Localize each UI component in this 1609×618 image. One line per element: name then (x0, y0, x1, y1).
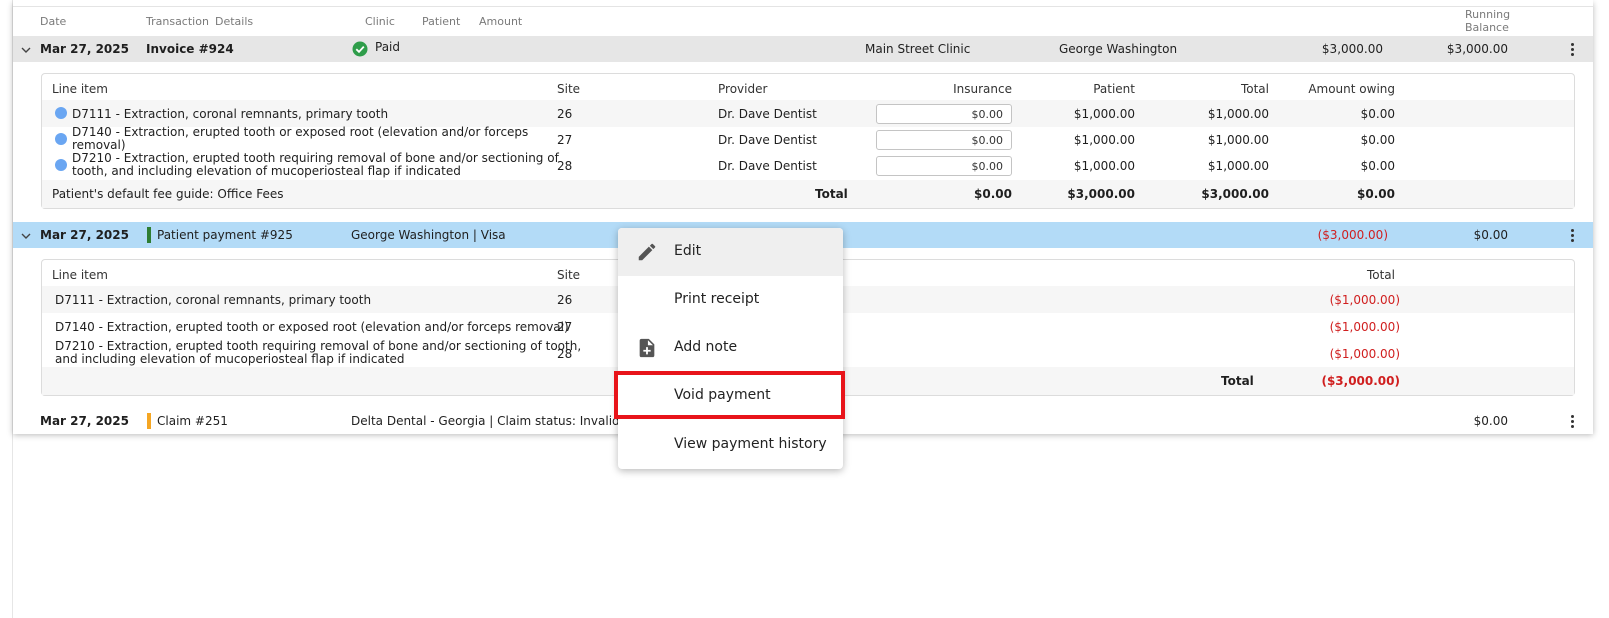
menu-item-label: Edit (674, 243, 702, 259)
menu-item-add-note[interactable]: Add note (618, 324, 843, 372)
inv-total-patient: $3,000.00 (1067, 187, 1135, 201)
pay-line-site: 27 (557, 320, 573, 334)
pay-line-site: 26 (557, 293, 573, 307)
inv-line-owing: $0.00 (1360, 107, 1395, 121)
payment-type-bar (147, 227, 151, 243)
inv-total-insurance: $0.00 (974, 187, 1012, 201)
inv-line-site: 26 (557, 107, 573, 121)
pay-col-line-item: Line item (52, 268, 108, 282)
pay-total-label: Total (1221, 374, 1254, 388)
claim-type-bar (147, 413, 151, 429)
invoice-title: Invoice #924 (146, 42, 234, 56)
header-running: Running (1465, 8, 1511, 21)
inv-line-desc-cont: tooth, and including elevation of mucope… (72, 164, 461, 178)
inv-col-patient: Patient (1093, 82, 1135, 96)
pay-col-total: Total (1366, 268, 1395, 282)
payment-date: Mar 27, 2025 (40, 228, 129, 242)
pencil-icon (638, 243, 656, 261)
note-add-icon (639, 338, 655, 358)
payment-amount: ($3,000.00) (1317, 228, 1388, 242)
invoice-running-balance: $3,000.00 (1446, 42, 1508, 56)
payment-more-icon[interactable] (1571, 229, 1575, 244)
invoice-row[interactable]: Mar 27, 2025 Invoice #924 Paid Main Stre… (13, 36, 1593, 62)
inv-total-label: Total (815, 187, 848, 201)
header-clinic: Clinic (365, 15, 395, 28)
pay-line-total: ($1,000.00) (1329, 320, 1400, 334)
inv-line-patient: $1,000.00 (1073, 107, 1135, 121)
header-transaction: Transaction (146, 15, 209, 28)
payment-title: Patient payment #925 (157, 228, 293, 242)
header-date: Date (40, 15, 67, 28)
pay-line-site: 28 (557, 347, 573, 361)
line-status-dot (55, 159, 67, 171)
line-status-dot (55, 107, 67, 119)
inv-line-patient: $1,000.00 (1073, 159, 1135, 173)
insurance-input[interactable] (876, 156, 1012, 176)
invoice-detail: Line item Site Provider Insurance Patien… (41, 73, 1575, 209)
claim-running-balance: $0.00 (1473, 414, 1508, 428)
header-amount: Amount (479, 15, 523, 28)
header-balance: Balance (1465, 21, 1509, 34)
claim-title: Claim #251 (157, 414, 228, 428)
menu-item-label: Print receipt (674, 291, 760, 307)
pay-line-desc-cont: and including elevation of mucoperiostea… (55, 352, 405, 366)
menu-item-label: Add note (674, 339, 738, 355)
insurance-input[interactable] (876, 130, 1012, 150)
inv-col-total: Total (1240, 82, 1269, 96)
top-divider (13, 6, 1593, 7)
inv-total-owing: $0.00 (1357, 187, 1395, 201)
inv-line-desc: D7140 - Extraction, erupted tooth or exp… (72, 125, 529, 139)
inv-line-desc: D7111 - Extraction, coronal remnants, pr… (72, 107, 389, 121)
inv-line-total: $1,000.00 (1207, 133, 1269, 147)
chevron-down-icon[interactable] (21, 231, 31, 241)
invoice-more-icon[interactable] (1571, 43, 1575, 58)
pay-line-total: ($1,000.00) (1329, 347, 1400, 361)
pay-line-total: ($1,000.00) (1329, 293, 1400, 307)
invoice-status: Paid (375, 40, 401, 54)
inv-col-amount-owing: Amount owing (1308, 82, 1395, 96)
menu-item-print-receipt[interactable]: Print receipt (618, 276, 843, 324)
inv-col-site: Site (557, 82, 581, 96)
inv-line-total: $1,000.00 (1207, 107, 1269, 121)
header-patient: Patient (422, 15, 461, 28)
inv-line-total: $1,000.00 (1207, 159, 1269, 173)
pay-line-desc: D7140 - Extraction, erupted tooth or exp… (55, 320, 569, 334)
menu-item-label: View payment history (674, 436, 827, 452)
menu-item-view-payment-history[interactable]: View payment history (618, 421, 843, 469)
inv-col-line-item: Line item (52, 82, 108, 96)
void-payment-highlight (614, 371, 845, 419)
insurance-input[interactable] (876, 104, 1012, 124)
payment-running-balance: $0.00 (1473, 228, 1508, 242)
pay-col-site: Site (557, 268, 581, 282)
inv-line-site: 27 (557, 133, 573, 147)
paid-check-icon (352, 41, 368, 57)
inv-total-total: $3,000.00 (1201, 187, 1269, 201)
header-details: Details (215, 15, 254, 28)
invoice-patient: George Washington (1059, 42, 1178, 56)
line-status-dot (55, 133, 67, 145)
chevron-down-icon[interactable] (21, 45, 31, 55)
inv-line-patient: $1,000.00 (1073, 133, 1135, 147)
claim-details: Delta Dental - Georgia | Claim status: I… (351, 414, 640, 428)
payment-details: George Washington | Visa (351, 228, 506, 242)
inv-line-owing: $0.00 (1360, 133, 1395, 147)
menu-item-edit[interactable]: Edit (618, 228, 843, 276)
inv-line-provider: Dr. Dave Dentist (718, 133, 817, 147)
inv-col-insurance: Insurance (953, 82, 1012, 96)
pay-total: ($3,000.00) (1321, 374, 1400, 388)
invoice-amount: $3,000.00 (1321, 42, 1383, 56)
claim-more-icon[interactable] (1571, 415, 1575, 430)
claim-date: Mar 27, 2025 (40, 414, 129, 428)
payment-context-menu: Edit Print receipt Add note Void payment… (618, 228, 843, 469)
pay-line-desc: D7111 - Extraction, coronal remnants, pr… (55, 293, 372, 307)
inv-col-provider: Provider (718, 82, 768, 96)
inv-line-owing: $0.00 (1360, 159, 1395, 173)
inv-line-site: 28 (557, 159, 573, 173)
invoice-clinic: Main Street Clinic (865, 42, 971, 56)
fee-guide: Patient's default fee guide: Office Fees (52, 187, 284, 201)
inv-line-provider: Dr. Dave Dentist (718, 159, 817, 173)
inv-line-provider: Dr. Dave Dentist (718, 107, 817, 121)
invoice-date: Mar 27, 2025 (40, 42, 129, 56)
